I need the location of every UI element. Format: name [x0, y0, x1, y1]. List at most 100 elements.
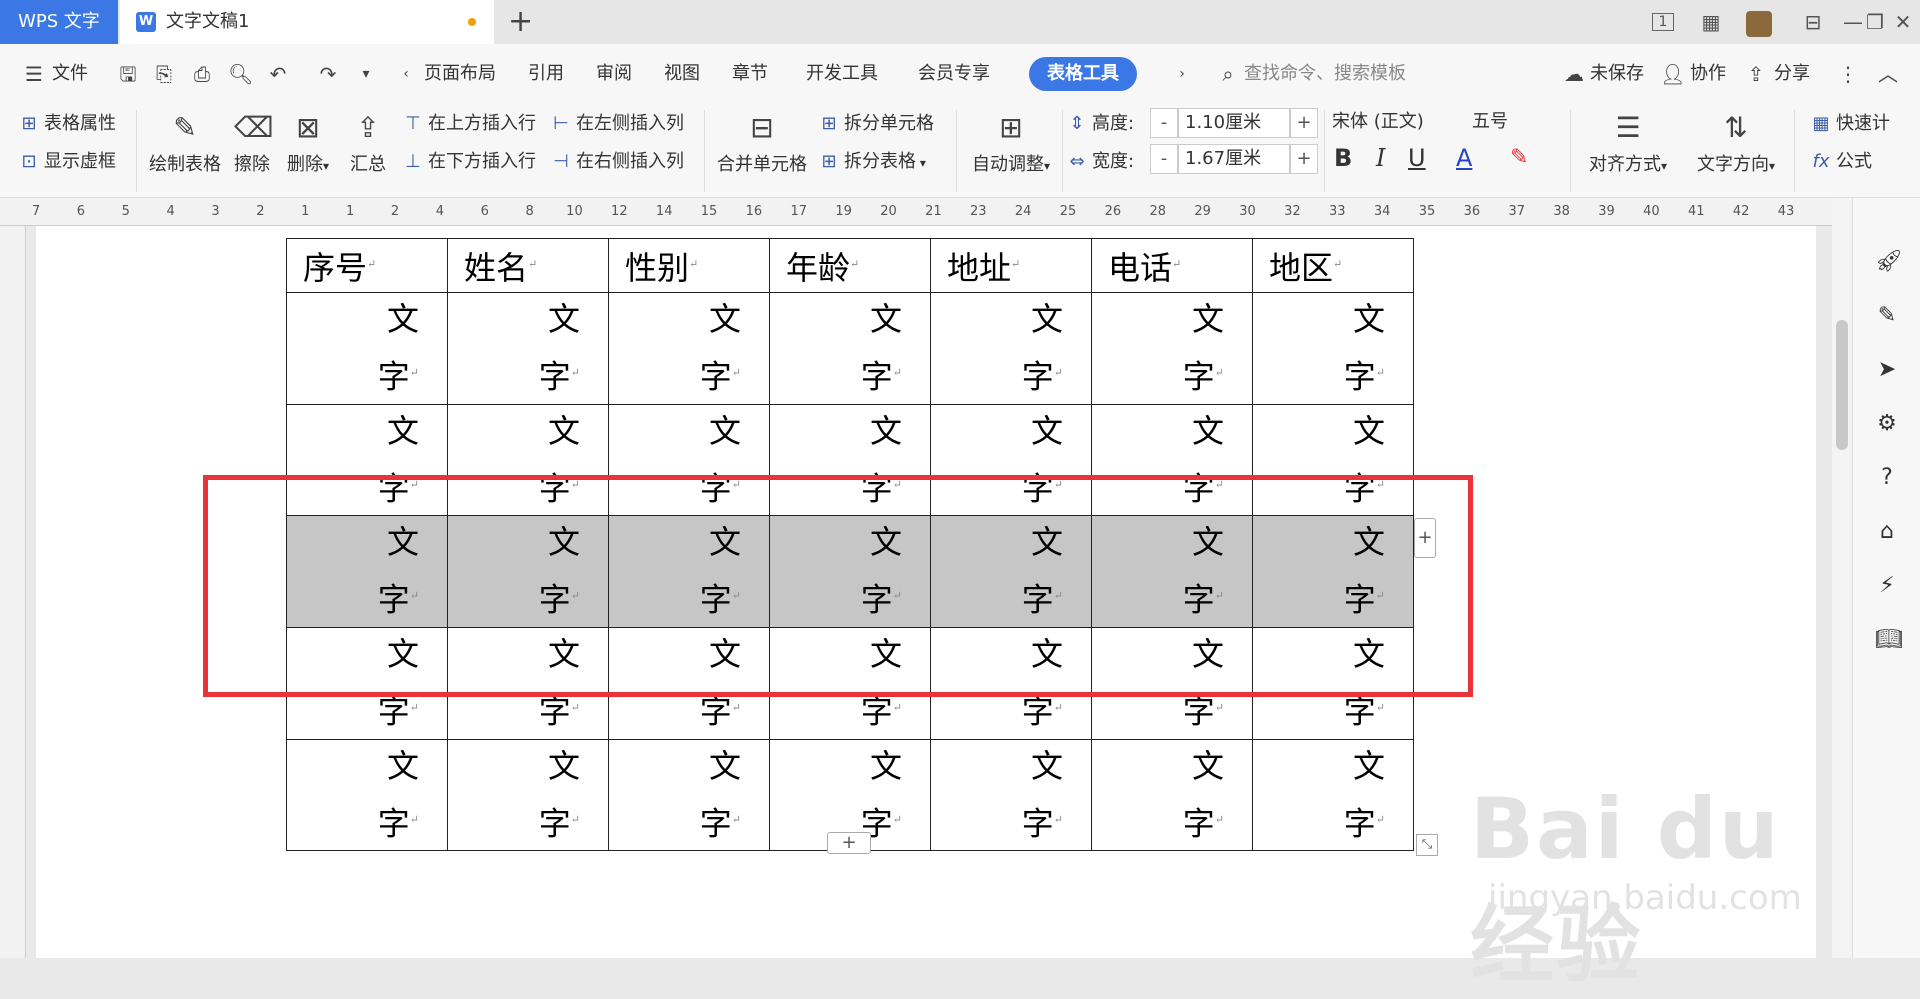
vertical-ruler[interactable]	[0, 226, 26, 958]
width-decrease-button[interactable]: -	[1150, 144, 1178, 174]
split-cells-button[interactable]: ⊞ 拆分单元格	[818, 112, 934, 136]
table-cell[interactable]: 文字↵	[769, 292, 931, 405]
menu-page-layout[interactable]: 页面布局	[424, 44, 496, 104]
more-icon[interactable]: ⋮	[1836, 62, 1860, 86]
text-direction-button[interactable]: ⇅ 文字方向▾	[1688, 110, 1784, 176]
align-button[interactable]: ☰ 对齐方式▾	[1580, 110, 1676, 176]
menu-view[interactable]: 视图	[664, 44, 700, 104]
document-tab[interactable]: W 文字文稿1	[120, 0, 494, 44]
table-properties-button[interactable]: ⊞ 表格属性	[18, 112, 116, 136]
header-cell[interactable]: 年龄↵	[769, 238, 931, 293]
grid-icon[interactable]: ▦	[1694, 0, 1728, 44]
table-cell[interactable]: 文字↵	[1252, 292, 1414, 405]
add-column-button[interactable]: +	[1414, 518, 1436, 558]
chevron-down-icon[interactable]: ▾	[354, 62, 378, 86]
font-name-select[interactable]: 宋体 (正文)	[1326, 108, 1464, 138]
pen-icon[interactable]: ✎	[1875, 304, 1899, 328]
delete-button[interactable]: ⊠ 删除▾	[280, 110, 336, 176]
highlight-icon[interactable]: ✎	[1510, 146, 1528, 170]
formula-button[interactable]: fx 公式	[1810, 150, 1873, 174]
menu-member[interactable]: 会员专享	[918, 44, 990, 104]
summary-button[interactable]: ⇪ 汇总	[342, 110, 394, 176]
save-icon[interactable]: 🖫	[116, 62, 140, 86]
height-decrease-button[interactable]: -	[1150, 108, 1178, 138]
table-resize-handle[interactable]: ⤡	[1416, 834, 1438, 856]
header-cell[interactable]: 电话↵	[1091, 238, 1253, 293]
app-tab[interactable]: WPS 文字	[0, 0, 118, 44]
menu-dev-tools[interactable]: 开发工具	[806, 44, 878, 104]
undo-icon[interactable]: ↶	[266, 62, 290, 86]
share-button[interactable]: 分享	[1774, 44, 1810, 104]
scrollbar-thumb[interactable]	[1836, 320, 1848, 450]
chevron-left-icon[interactable]: ‹	[394, 62, 418, 86]
book-icon[interactable]: 📖︎	[1875, 628, 1903, 652]
lightning-icon[interactable]: ⚡︎	[1875, 574, 1899, 598]
row-height-input[interactable]: 1.10厘米	[1178, 108, 1290, 138]
export-icon[interactable]: ⎘	[152, 62, 176, 86]
redo-icon[interactable]: ↷	[316, 62, 340, 86]
insert-column-left-button[interactable]: ⊢ 在左侧插入列	[550, 112, 684, 136]
search-input[interactable]: 查找命令、搜索模板	[1244, 58, 1406, 90]
vertical-scrollbar[interactable]	[1832, 198, 1852, 958]
tab-table-tools[interactable]: 表格工具	[1029, 57, 1137, 91]
show-gridlines-button[interactable]: ⊡ 显示虚框	[18, 150, 116, 174]
header-cell[interactable]: 性别↵	[608, 238, 770, 293]
new-tab-button[interactable]: +	[508, 4, 533, 40]
table-cell[interactable]: 文字↵	[930, 292, 1092, 405]
restore-window-icon[interactable]: ⊟	[1796, 0, 1830, 44]
sliders-icon[interactable]: ⚙	[1875, 412, 1899, 436]
hamburger-icon[interactable]: ☰	[22, 62, 46, 86]
table-cell[interactable]: 文字↵	[447, 738, 609, 852]
split-table-button[interactable]: ⊞ 拆分表格 ▾	[818, 150, 925, 175]
merge-cells-button[interactable]: ⊟ 合并单元格	[714, 110, 810, 176]
avatar[interactable]	[1742, 0, 1776, 44]
page-view-button[interactable]: 1	[1644, 0, 1682, 44]
collapse-ribbon-icon[interactable]: ︿	[1876, 62, 1900, 86]
header-cell[interactable]: 姓名↵	[447, 238, 609, 293]
insert-column-right-button[interactable]: ⊣ 在右侧插入列	[550, 150, 684, 174]
erase-button[interactable]: ⌫ 擦除	[230, 110, 274, 176]
print-preview-icon[interactable]: 🔍︎	[228, 62, 253, 86]
draw-table-button[interactable]: ✎ 绘制表格	[146, 110, 224, 176]
store-icon[interactable]: ⌂	[1875, 520, 1899, 544]
insert-row-above-button[interactable]: ⊤ 在上方插入行	[402, 112, 536, 136]
column-width-input[interactable]: 1.67厘米	[1178, 144, 1290, 174]
quick-calc-button[interactable]: ▦ 快速计	[1810, 112, 1906, 136]
file-menu[interactable]: 文件	[52, 44, 88, 104]
table-cell[interactable]: 文字↵	[286, 738, 448, 852]
underline-icon[interactable]: U	[1408, 146, 1426, 170]
table-cell[interactable]: 文字↵	[1091, 292, 1253, 405]
table-cell[interactable]: 文字↵	[447, 292, 609, 405]
auto-adjust-button[interactable]: ⊞ 自动调整▾	[966, 110, 1056, 176]
table-cell[interactable]: 文字↵	[1091, 738, 1253, 852]
height-increase-button[interactable]: +	[1290, 108, 1318, 138]
menu-chapter[interactable]: 章节	[732, 44, 768, 104]
italic-icon[interactable]: I	[1376, 146, 1385, 170]
insert-row-below-button[interactable]: ⊥ 在下方插入行	[402, 150, 536, 174]
font-size-select[interactable]: 五号	[1466, 108, 1560, 138]
width-increase-button[interactable]: +	[1290, 144, 1318, 174]
print-icon[interactable]: ⎙	[190, 62, 214, 86]
table-cell[interactable]: 文字↵	[608, 738, 770, 852]
menu-review[interactable]: 审阅	[596, 44, 632, 104]
close-icon[interactable]: ✕	[1886, 0, 1920, 44]
menu-references[interactable]: 引用	[528, 44, 564, 104]
chevron-right-icon[interactable]: ›	[1170, 62, 1194, 86]
table-cell[interactable]: 文字↵	[608, 292, 770, 405]
header-cell[interactable]: 序号↵	[286, 238, 448, 293]
font-color-icon[interactable]: A	[1456, 146, 1472, 170]
header-cell[interactable]: 地区↵	[1252, 238, 1414, 293]
unsaved-status[interactable]: 未保存	[1590, 44, 1644, 104]
table-row[interactable]: 文字↵ 文字↵ 文字↵ 文字↵ 文字↵ 文字↵ 文字↵	[286, 292, 1414, 405]
cursor-icon[interactable]: ➤	[1875, 358, 1899, 382]
table-cell[interactable]: 文字↵	[930, 738, 1092, 852]
add-row-button[interactable]: +	[827, 832, 871, 854]
header-cell[interactable]: 地址↵	[930, 238, 1092, 293]
collaborate-button[interactable]: 协作	[1690, 44, 1726, 104]
horizontal-ruler[interactable]: 7 6 5 4 3 2 1 1 2 4 6 8 10 12 14 15 16 17 19 20 21 23 24 25 26 28…	[0, 198, 1832, 226]
bold-icon[interactable]: B	[1334, 146, 1352, 170]
help-icon[interactable]: ?	[1875, 466, 1899, 490]
rocket-icon[interactable]: 🚀︎	[1875, 250, 1903, 274]
table-cell[interactable]: 文字↵	[286, 292, 448, 405]
table-cell[interactable]: 文字↵	[1252, 738, 1414, 852]
